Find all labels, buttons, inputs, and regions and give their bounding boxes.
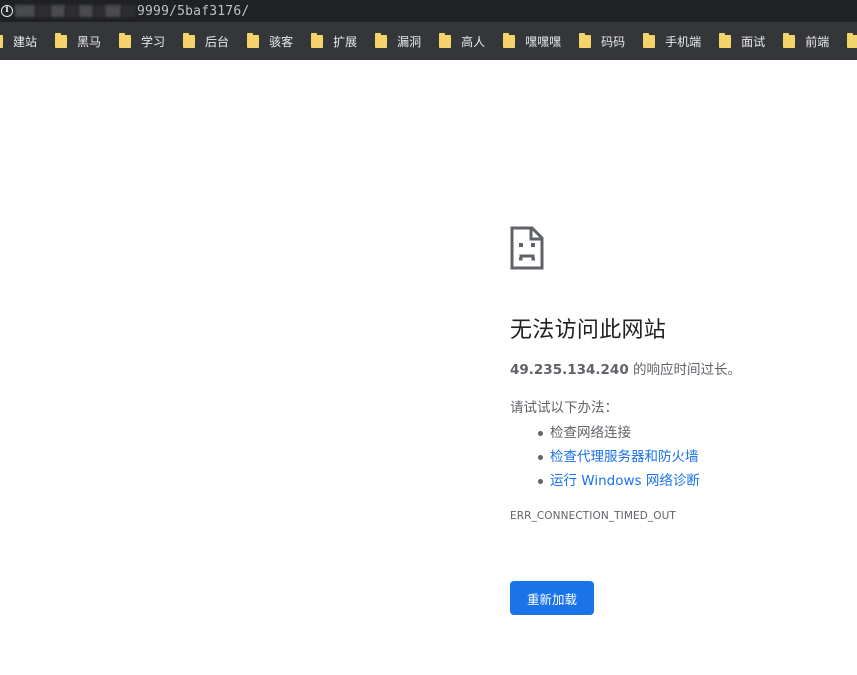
bookmark-folder[interactable]: 骇客 bbox=[247, 28, 293, 54]
folder-icon bbox=[247, 32, 260, 48]
bookmark-folder[interactable]: 前端 bbox=[783, 28, 829, 54]
bookmark-folder[interactable]: 嘿嘿嘿 bbox=[503, 28, 561, 54]
folder-icon bbox=[439, 32, 452, 48]
folder-icon bbox=[783, 32, 796, 48]
bookmark-folder[interactable]: 黑马 bbox=[55, 28, 101, 54]
error-host: 49.235.134.240 bbox=[510, 362, 629, 378]
bookmark-label: 扩展 bbox=[333, 34, 358, 49]
bookmark-label: 黑马 bbox=[77, 34, 102, 49]
bookmark-folder[interactable]: 漏洞 bbox=[375, 28, 421, 54]
sad-document-icon bbox=[510, 226, 544, 270]
folder-icon bbox=[0, 34, 3, 48]
bookmark-label: 面试 bbox=[741, 34, 766, 49]
reload-button[interactable]: 重新加载 bbox=[510, 581, 594, 615]
address-bar[interactable]: i 9999/5baf3176/ bbox=[0, 0, 857, 22]
folder-icon bbox=[183, 32, 196, 48]
bookmark-folder[interactable]: 高人 bbox=[439, 28, 485, 54]
folder-icon bbox=[55, 32, 68, 48]
bookmark-folder[interactable]: 手机端 bbox=[643, 28, 701, 54]
error-content: 无法访问此网站 49.235.134.240 的响应时间过长。 请试试以下办法：… bbox=[510, 226, 840, 615]
error-code: ERR_CONNECTION_TIMED_OUT bbox=[510, 510, 676, 522]
bookmark-folder[interactable]: 学习 bbox=[119, 28, 165, 54]
suggestions-heading: 请试试以下办法： bbox=[510, 400, 618, 416]
info-icon[interactable]: i bbox=[1, 5, 13, 17]
bookmark-label: 骇客 bbox=[269, 34, 294, 49]
bookmark-label: 嘿嘿嘿 bbox=[525, 34, 562, 49]
bookmark-label: 码码 bbox=[601, 34, 626, 49]
folder-icon bbox=[311, 32, 324, 48]
bookmarks-bar: 建站 黑马 学习 后台 骇客 扩展 漏洞 高人 嘿嘿嘿 码码 手机端 面试 前端 bbox=[0, 22, 857, 60]
bookmark-folder[interactable]: 码码 bbox=[579, 28, 625, 54]
folder-icon bbox=[643, 32, 656, 48]
error-desc-suffix: 的响应时间过长。 bbox=[628, 362, 742, 378]
bookmark-label: 学习 bbox=[141, 34, 166, 49]
url-redacted-host bbox=[15, 4, 137, 18]
bookmark-label: 后台 bbox=[205, 34, 230, 49]
folder-icon bbox=[119, 32, 132, 48]
bookmark-folder[interactable]: 扩展 bbox=[311, 28, 357, 54]
error-title: 无法访问此网站 bbox=[510, 318, 667, 343]
bookmark-label: 前端 bbox=[805, 34, 830, 49]
suggestion-check-proxy-link[interactable]: 检查代理服务器和防火墙 bbox=[538, 445, 840, 469]
bookmark-folder[interactable]: 后台 bbox=[183, 28, 229, 54]
suggestion-check-network: 检查网络连接 bbox=[538, 421, 840, 445]
folder-icon bbox=[847, 32, 857, 48]
folder-icon bbox=[579, 32, 592, 48]
bookmark-folder[interactable]: 面试 bbox=[719, 28, 765, 54]
url-field[interactable]: 9999/5baf3176/ bbox=[15, 4, 249, 19]
folder-icon bbox=[375, 32, 388, 48]
bookmark-folder[interactable]: 建站 bbox=[0, 28, 37, 54]
suggestions-list: 检查网络连接 检查代理服务器和防火墙 运行 Windows 网络诊断 bbox=[510, 421, 840, 493]
url-text: 9999/5baf3176/ bbox=[137, 3, 250, 19]
bookmark-folder[interactable] bbox=[847, 28, 857, 54]
suggestion-run-diagnostics-link[interactable]: 运行 Windows 网络诊断 bbox=[538, 469, 840, 493]
folder-icon bbox=[719, 32, 732, 48]
bookmark-label: 漏洞 bbox=[397, 34, 422, 49]
bookmark-label: 手机端 bbox=[665, 34, 702, 49]
bookmark-label: 建站 bbox=[13, 34, 38, 49]
error-description: 49.235.134.240 的响应时间过长。 bbox=[510, 360, 840, 380]
bookmark-label: 高人 bbox=[461, 34, 486, 49]
folder-icon bbox=[503, 32, 516, 48]
